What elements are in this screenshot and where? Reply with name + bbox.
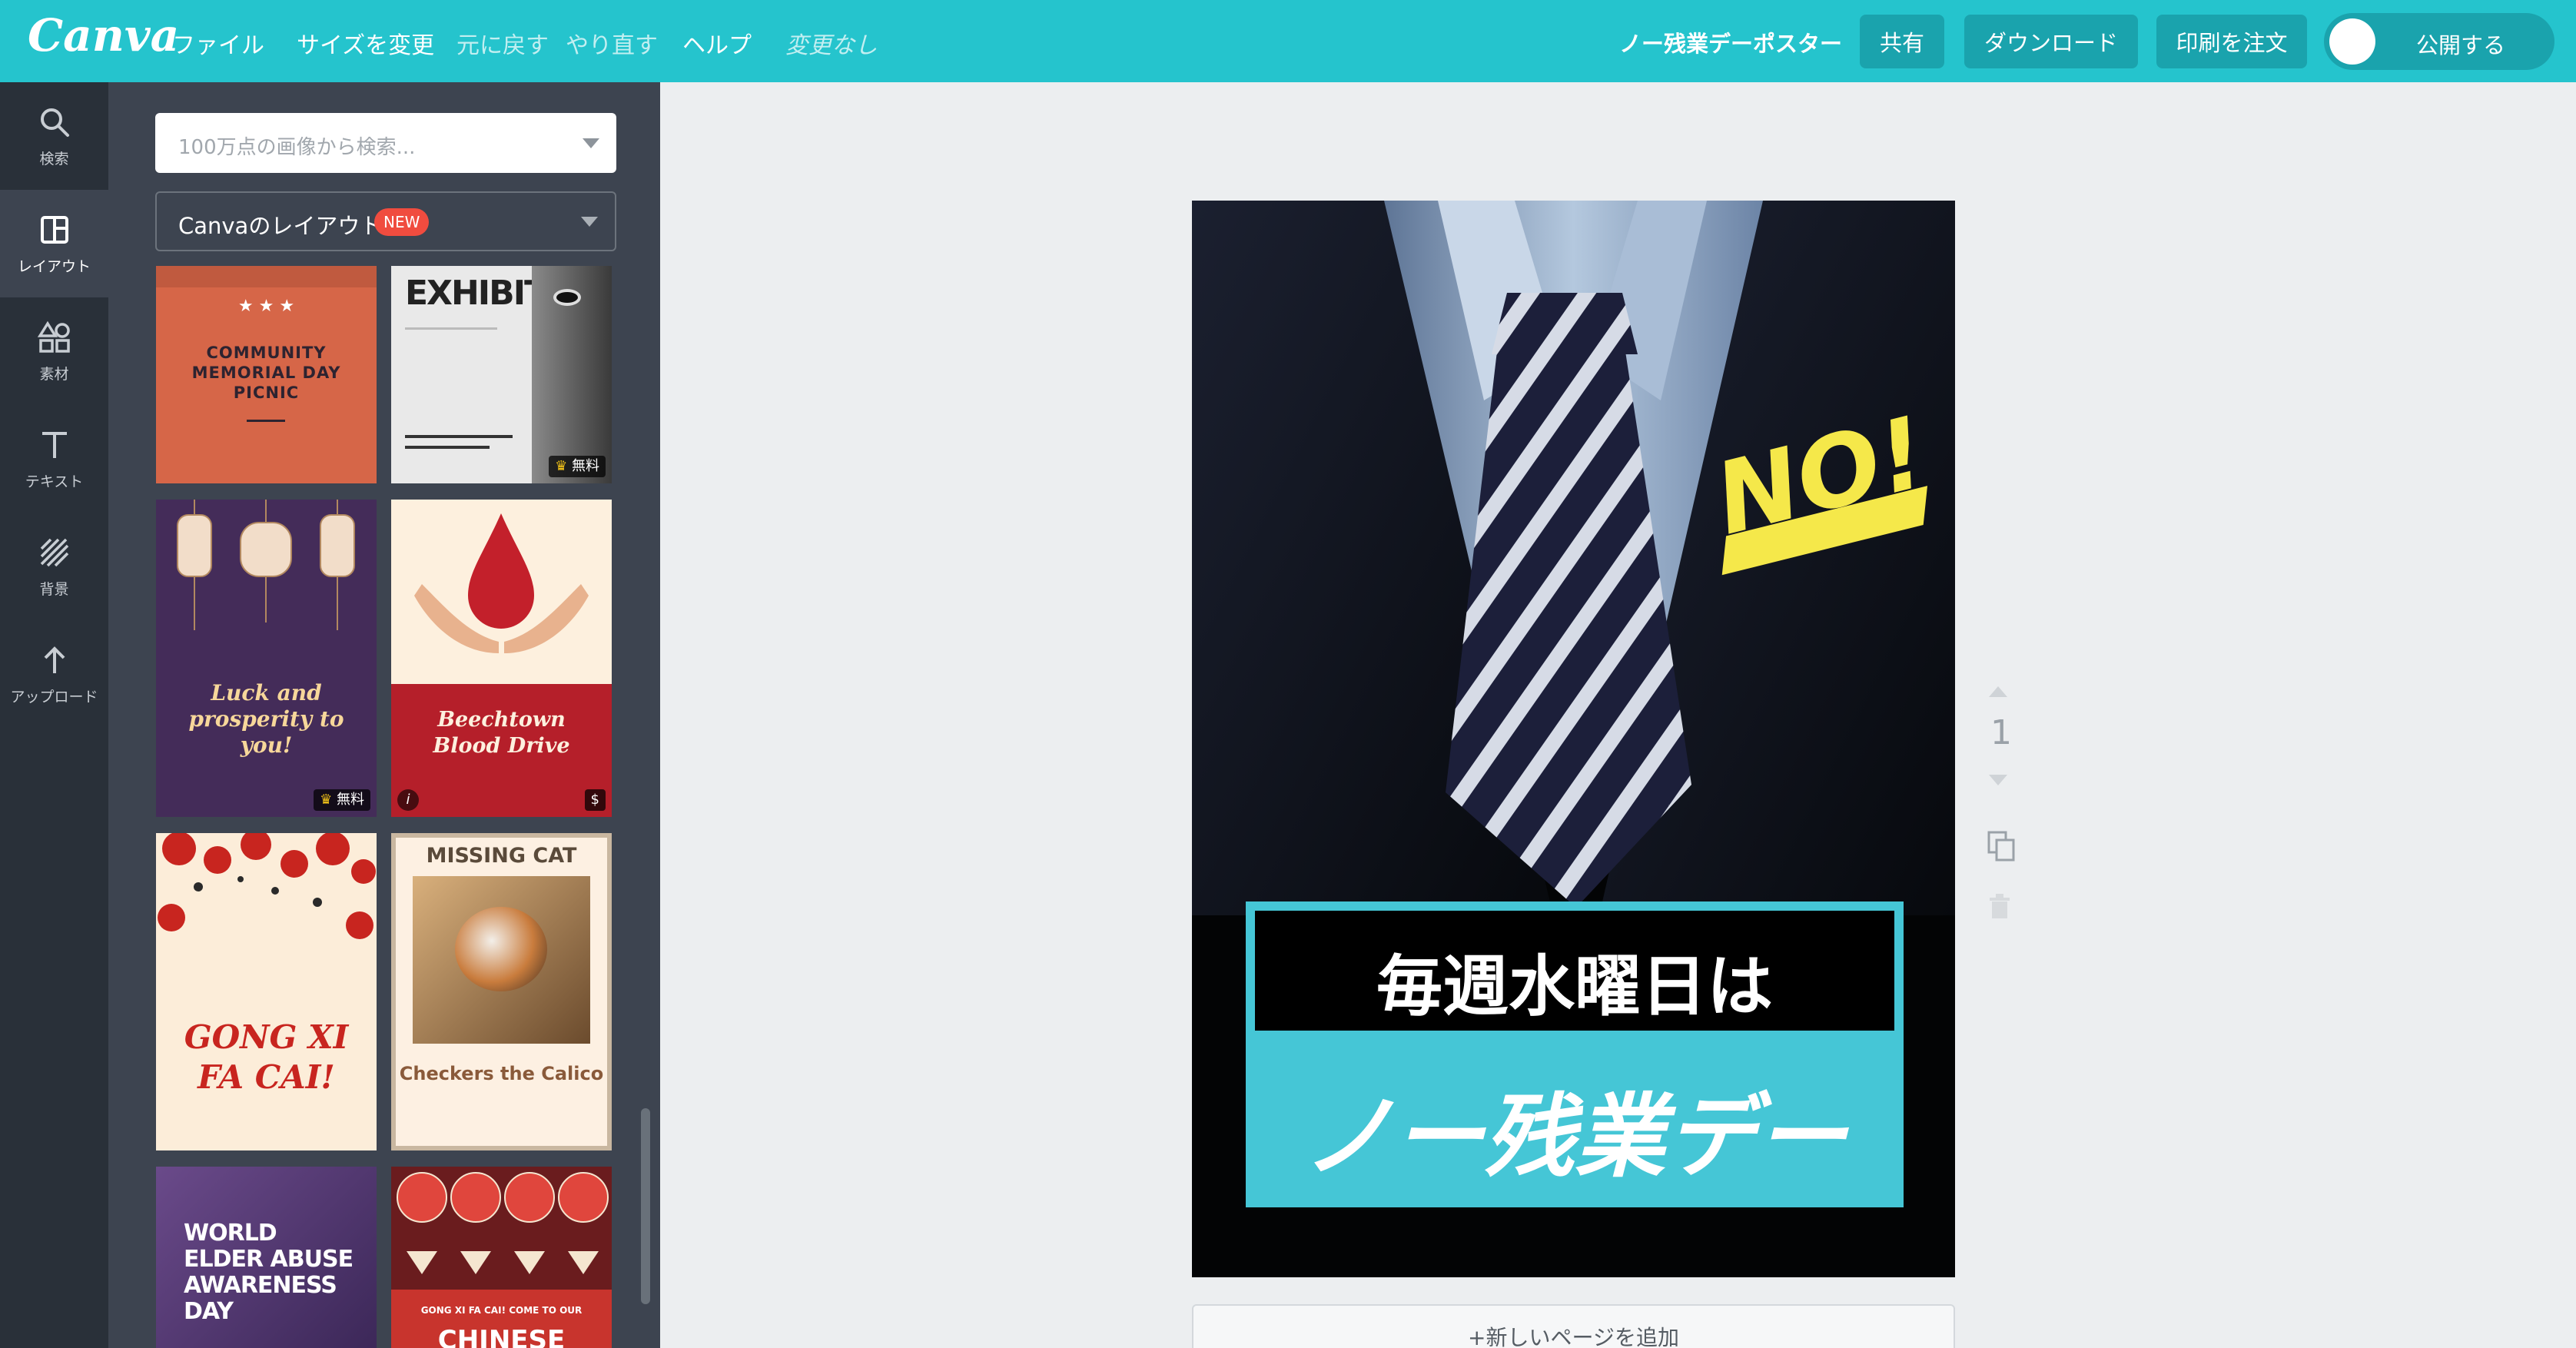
chevron-down-icon[interactable] [583, 138, 599, 148]
crown-icon: ♛ [320, 792, 333, 808]
nav-text[interactable]: テキスト [0, 405, 108, 513]
headline-box-2[interactable]: ノー残業デー [1246, 1031, 1904, 1207]
search-icon [40, 108, 69, 137]
text-icon [41, 431, 67, 458]
blood-drop-icon [414, 513, 589, 653]
add-page-button[interactable]: +新しいページを追加 [1192, 1304, 1955, 1348]
template-art-exhibit[interactable]: EXHIBIT ♛ 無料 [391, 266, 612, 483]
duplicate-page-icon[interactable] [1987, 830, 2016, 862]
share-button[interactable]: 共有 [1860, 15, 1944, 68]
nav-label: 背景 [39, 580, 69, 598]
panel-scrollbar[interactable] [641, 1108, 650, 1304]
nav-label: レイアウト [17, 257, 91, 275]
headline-line-2: ノー残業デー [1302, 1084, 1847, 1190]
document-title[interactable]: ノー残業デーポスター [1619, 26, 1842, 58]
save-status: 変更なし [785, 32, 878, 59]
nav-upload[interactable]: アップロード [0, 620, 108, 728]
free-badge: ♛ 無料 [549, 456, 606, 477]
layout-icon [40, 215, 68, 244]
template-title: Luck and prosperity to you! [188, 680, 344, 758]
cat-photo [413, 876, 590, 1044]
lantern-icon [158, 833, 376, 939]
info-icon[interactable]: i [397, 789, 419, 811]
nav-label: テキスト [25, 473, 84, 490]
template-title: COMMUNITY MEMORIAL DAY PICNIC [191, 344, 341, 402]
template-lunar-lanterns[interactable]: Luck and prosperity to you! ♛ 無料 [156, 500, 377, 817]
layout-select-label: Canvaのレイアウト [178, 213, 383, 239]
redo-button[interactable]: やり直す [566, 26, 658, 60]
template-subtitle: Checkers the Calico [399, 1063, 604, 1084]
portrait-image [532, 266, 612, 483]
poster-canvas[interactable]: NO! 毎週水曜日は ノー残業デー [1192, 201, 1955, 1277]
trash-icon[interactable] [1987, 891, 2013, 921]
publish-label: 公開する [2416, 32, 2506, 58]
template-grid: ★ ★ ★ COMMUNITY MEMORIAL DAY PICNIC EXHI… [108, 266, 660, 1348]
lantern-icon [177, 500, 355, 630]
canva-logo[interactable]: Canva [28, 9, 179, 61]
side-nav: 検索 レイアウト 素材 テキスト 背景 アップロード [0, 82, 108, 1348]
upload-icon [44, 646, 65, 673]
layouts-panel: 100万点の画像から検索... Canvaのレイアウト NEW ★ ★ ★ CO… [108, 82, 660, 1348]
template-title: GONG XI FA CAI! [184, 1018, 349, 1096]
template-gong-xi-fa-cai[interactable]: GONG XI FA CAI! [156, 833, 377, 1150]
nav-label: 素材 [39, 365, 69, 383]
image-search-input[interactable]: 100万点の画像から検索... [155, 113, 616, 173]
publish-toggle[interactable]: 公開する [2324, 13, 2554, 70]
template-memorial-picnic[interactable]: ★ ★ ★ COMMUNITY MEMORIAL DAY PICNIC [156, 266, 377, 483]
crown-icon: ♛ [555, 458, 568, 474]
nav-layout[interactable]: レイアウト [0, 190, 108, 297]
print-order-button[interactable]: 印刷を注文 [2156, 15, 2307, 68]
template-missing-cat[interactable]: MISSING CAT Checkers the Calico [391, 833, 612, 1150]
new-badge: NEW [374, 208, 430, 236]
top-bar: Canva ファイル サイズを変更 元に戻す やり直す ヘルプ 変更なし ノー残… [0, 0, 2576, 82]
toggle-knob [2329, 18, 2375, 65]
nav-label: 検索 [39, 150, 69, 168]
headline-line-1: 毎週水曜日は [1376, 948, 1773, 1025]
template-title-2: CHINESE [437, 1325, 566, 1348]
chevron-down-icon [581, 217, 598, 227]
template-title: Beechtown Blood Drive [433, 708, 570, 758]
nav-background[interactable]: 背景 [0, 513, 108, 620]
menu-help[interactable]: ヘルプ [682, 26, 752, 60]
move-page-down-icon[interactable] [1987, 772, 2010, 788]
search-placeholder: 100万点の画像から検索... [178, 136, 416, 159]
undo-button[interactable]: 元に戻す [456, 26, 549, 60]
nav-elements[interactable]: 素材 [0, 297, 108, 405]
headline-box-1[interactable]: 毎週水曜日は [1246, 901, 1904, 1031]
template-title: MISSING CAT [426, 844, 577, 868]
lantern-icon [397, 1172, 609, 1274]
price-badge: $ [584, 789, 606, 811]
download-button[interactable]: ダウンロード [1964, 15, 2138, 68]
move-page-up-icon[interactable] [1987, 684, 2010, 699]
background-icon [40, 538, 68, 566]
template-elder-abuse[interactable]: WORLD ELDER ABUSE AWARENESS DAY [156, 1167, 377, 1348]
elements-icon [37, 320, 70, 353]
free-badge: ♛ 無料 [314, 789, 370, 811]
template-blood-drive[interactable]: Beechtown Blood Drive i $ [391, 500, 612, 817]
template-chinese-new-year[interactable]: GONG XI FA CAI! COME TO OUR CHINESE [391, 1167, 612, 1348]
menu-resize[interactable]: サイズを変更 [297, 26, 434, 60]
page-number: 1 [1990, 713, 2012, 752]
template-title: WORLD ELDER ABUSE AWARENESS DAY [184, 1220, 354, 1325]
template-title: GONG XI FA CAI! COME TO OUR [420, 1305, 583, 1316]
menu-file[interactable]: ファイル [172, 26, 264, 60]
star-icon: ★ ★ ★ [237, 297, 295, 316]
template-title: EXHIBIT [405, 274, 547, 313]
layout-category-select[interactable]: Canvaのレイアウト NEW [155, 191, 616, 251]
add-page-label: +新しいページを追加 [1468, 1325, 1679, 1348]
nav-label: アップロード [10, 688, 98, 706]
nav-search[interactable]: 検索 [0, 82, 108, 190]
